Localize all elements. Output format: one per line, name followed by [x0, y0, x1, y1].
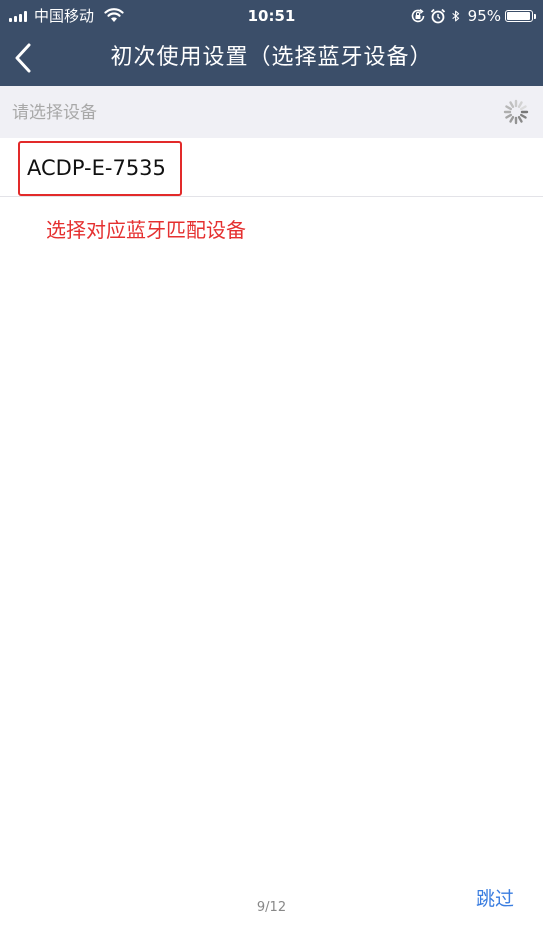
spinner-spoke	[519, 113, 527, 119]
battery-icon	[505, 10, 536, 22]
device-list-item[interactable]: ACDP-E-7535	[0, 138, 543, 197]
page-indicator: 9/12	[256, 900, 287, 915]
chevron-left-icon	[15, 43, 31, 73]
spinner-spoke	[517, 115, 523, 123]
instruction-annotation: 选择对应蓝牙匹配设备	[46, 218, 246, 242]
battery-percent: 95%	[467, 7, 501, 25]
spinner-spoke	[509, 115, 515, 123]
device-name: ACDP-E-7535	[27, 156, 166, 180]
spinner-icon	[503, 99, 529, 125]
spinner-spoke	[517, 101, 523, 109]
navigation-bar: 初次使用设置（选择蓝牙设备）	[0, 32, 543, 86]
spinner-spoke	[509, 101, 515, 109]
alarm-icon	[430, 8, 445, 24]
spinner-spoke	[505, 113, 513, 119]
status-right-group: 95%	[410, 6, 536, 26]
select-device-prompt: 请选择设备	[12, 103, 97, 123]
skip-button[interactable]: 跳过	[476, 884, 514, 911]
status-bar: 中国移动 10:51 95%	[0, 0, 543, 32]
top-bar: 中国移动 10:51 95% 初次使用设置（选择蓝牙设备）	[0, 0, 543, 86]
device-select-header: 请选择设备	[0, 86, 543, 138]
page-title: 初次使用设置（选择蓝牙设备）	[110, 45, 433, 70]
orientation-lock-icon	[411, 8, 424, 23]
back-button[interactable]	[10, 40, 40, 76]
bluetooth-icon	[451, 10, 459, 22]
spinner-spoke	[519, 105, 527, 111]
spinner-spoke	[505, 105, 513, 111]
